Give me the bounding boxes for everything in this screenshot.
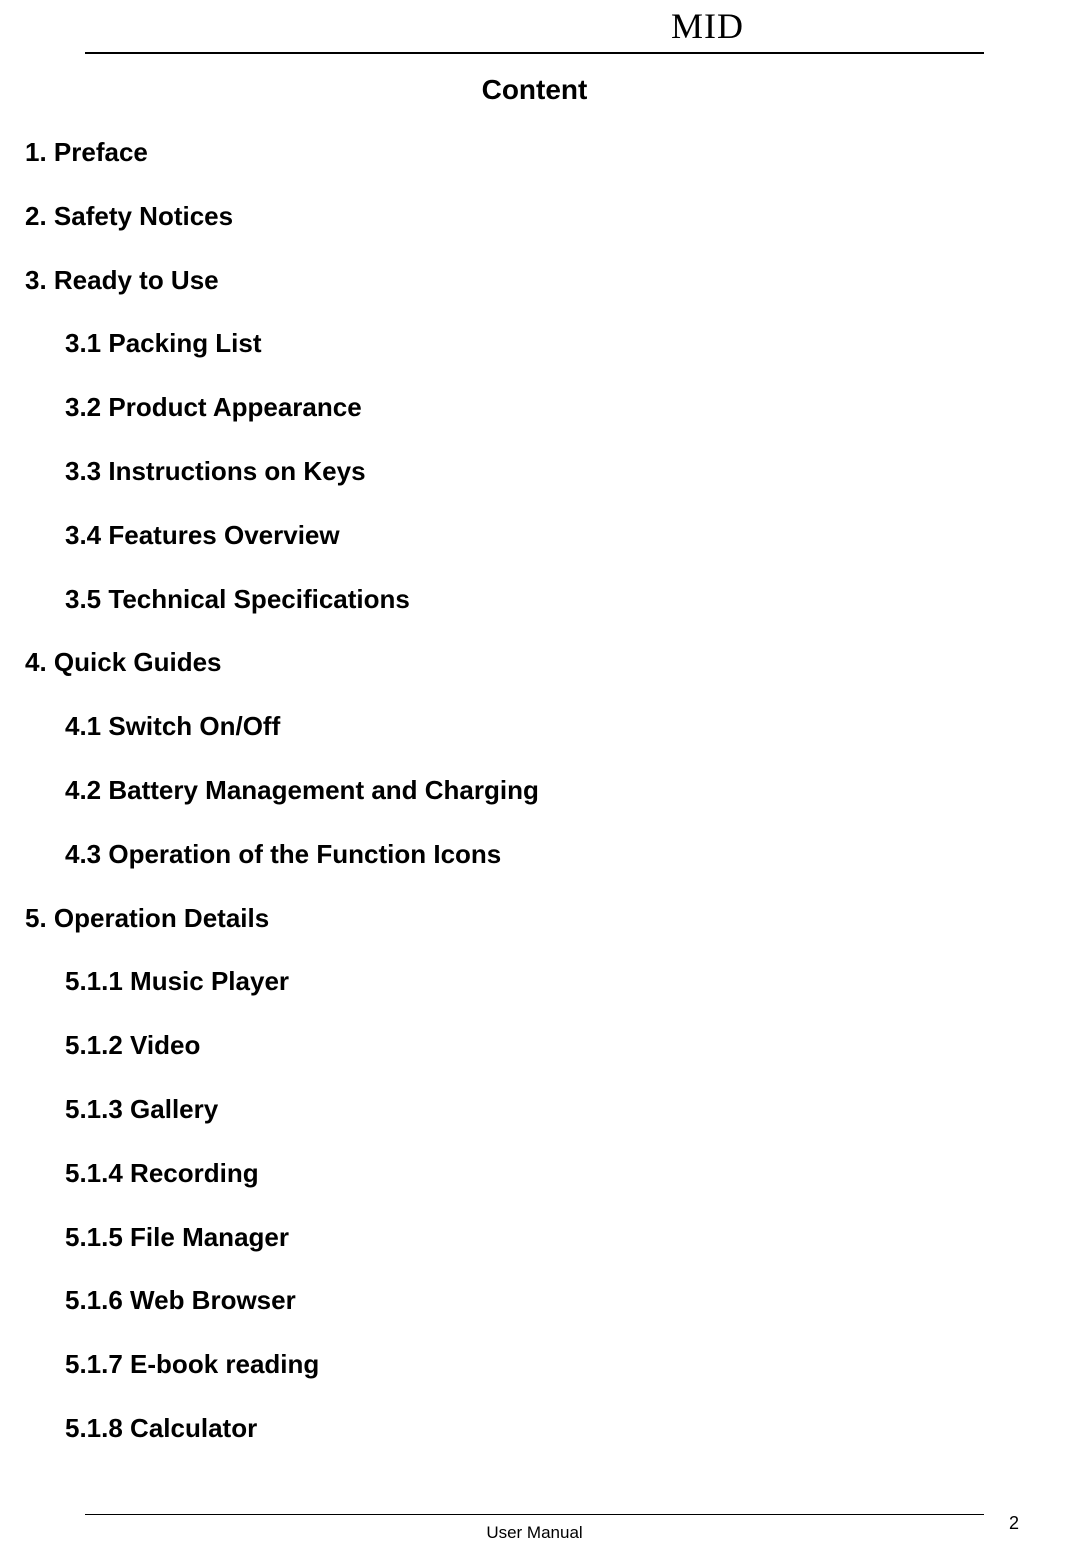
toc-entry: 4. Quick Guides bbox=[25, 646, 1044, 680]
footer-label: User Manual bbox=[25, 1523, 1044, 1543]
toc-entry: 5.1.6 Web Browser bbox=[65, 1284, 1044, 1318]
page-number: 2 bbox=[1009, 1513, 1019, 1534]
toc-entry: 3. Ready to Use bbox=[25, 264, 1044, 298]
toc-entry: 3.3 Instructions on Keys bbox=[65, 455, 1044, 489]
footer: User Manual 2 bbox=[0, 1514, 1069, 1548]
toc-entry: 3.1 Packing List bbox=[65, 327, 1044, 361]
toc-entry: 3.2 Product Appearance bbox=[65, 391, 1044, 425]
toc-entry: 3.5 Technical Specifications bbox=[65, 583, 1044, 617]
toc-entry: 5. Operation Details bbox=[25, 902, 1044, 936]
toc-entry: 4.3 Operation of the Function Icons bbox=[65, 838, 1044, 872]
toc-entry: 5.1.5 File Manager bbox=[65, 1221, 1044, 1255]
toc-entry: 5.1.8 Calculator bbox=[65, 1412, 1044, 1446]
header-brand: MID bbox=[25, 0, 1044, 47]
toc-entry: 2. Safety Notices bbox=[25, 200, 1044, 234]
toc-entry: 5.1.3 Gallery bbox=[65, 1093, 1044, 1127]
toc-entry: 3.4 Features Overview bbox=[65, 519, 1044, 553]
table-of-contents: 1. Preface 2. Safety Notices 3. Ready to… bbox=[25, 136, 1044, 1446]
toc-entry: 5.1.2 Video bbox=[65, 1029, 1044, 1063]
footer-divider bbox=[85, 1514, 984, 1515]
toc-entry: 4.2 Battery Management and Charging bbox=[65, 774, 1044, 808]
toc-entry: 4.1 Switch On/Off bbox=[65, 710, 1044, 744]
toc-entry: 5.1.1 Music Player bbox=[65, 965, 1044, 999]
header-divider bbox=[85, 52, 984, 54]
toc-entry: 1. Preface bbox=[25, 136, 1044, 170]
toc-entry: 5.1.7 E-book reading bbox=[65, 1348, 1044, 1382]
toc-entry: 5.1.4 Recording bbox=[65, 1157, 1044, 1191]
content-title: Content bbox=[25, 74, 1044, 106]
